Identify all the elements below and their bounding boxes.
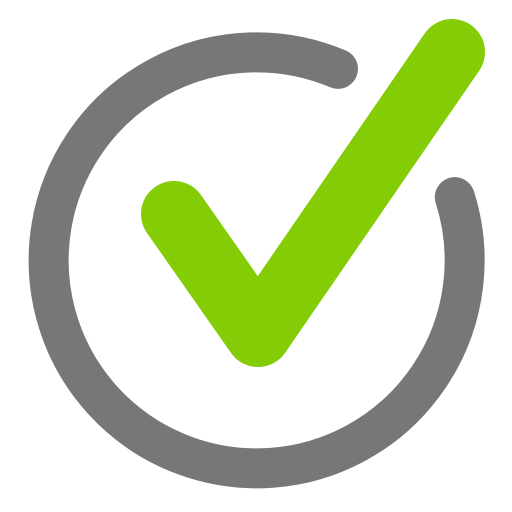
checkmark-in-circle-icon <box>28 19 485 489</box>
check-icon-canvas <box>0 0 512 512</box>
check-mark <box>141 19 485 367</box>
